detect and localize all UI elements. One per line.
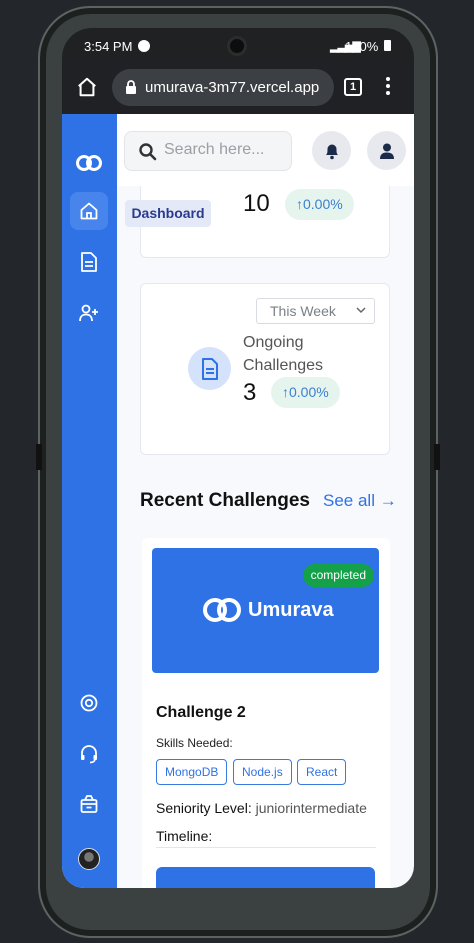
profile-button[interactable] — [367, 131, 406, 170]
sidebar-item-dashboard[interactable] — [70, 192, 108, 230]
chevron-down-icon — [356, 307, 366, 314]
address-bar[interactable]: umurava-3m77.vercel.app — [112, 69, 334, 106]
document-icon — [201, 357, 218, 380]
web-page: 10 ↑0.00% This Week Ongoing Challenges 3… — [62, 114, 414, 888]
search-icon — [139, 143, 157, 161]
front-camera — [227, 36, 247, 56]
challenge-banner: completed Umurava — [152, 548, 379, 673]
skill-tag: React — [297, 759, 347, 785]
skill-tag: MongoDB — [156, 759, 228, 785]
document-icon-circle — [188, 347, 231, 390]
browser-toolbar: umurava-3m77.vercel.app 1 — [62, 60, 414, 114]
sidebar — [62, 114, 117, 888]
period-select[interactable]: This Week — [256, 298, 375, 324]
timeline-label: Timeline: — [156, 828, 213, 844]
sidebar-item-support[interactable] — [70, 735, 108, 773]
stat-label-line2: Challenges — [243, 357, 324, 374]
search-box[interactable] — [124, 131, 292, 171]
tab-count-button[interactable]: 1 — [344, 78, 362, 96]
home-icon — [80, 202, 98, 220]
seniority-value: juniorintermediate — [255, 800, 367, 816]
brand-name: Umurava — [248, 598, 334, 621]
skill-tag: Node.js — [233, 759, 292, 785]
challenge-card[interactable]: completed Umurava Challenge 2 Skills Nee… — [142, 538, 390, 888]
hinge-right — [434, 444, 440, 470]
stat-value: 10 — [243, 190, 270, 217]
hinge-left — [36, 444, 42, 470]
status-bar: 3:54 PM ▂▃▅▇ 100% — [62, 28, 414, 60]
challenge-title: Challenge 2 — [156, 704, 246, 721]
add-user-icon — [79, 304, 98, 322]
sidebar-item-archive[interactable] — [70, 785, 108, 823]
lock-icon — [126, 80, 136, 94]
seniority-level: Seniority Level: juniorintermediate — [156, 800, 367, 816]
battery-percent: 100% — [345, 39, 379, 54]
gift-icon — [80, 795, 98, 813]
user-icon — [379, 143, 394, 159]
sidebar-item-challenges[interactable] — [70, 243, 108, 281]
skills-label: Skills Needed: — [156, 736, 233, 750]
section-title: Recent Challenges — [140, 490, 310, 511]
home-icon[interactable] — [76, 76, 98, 98]
period-select-value: This Week — [270, 303, 336, 319]
bell-icon — [325, 144, 338, 159]
view-challenge-button[interactable] — [156, 867, 375, 888]
gear-icon — [80, 694, 98, 712]
more-menu-icon[interactable] — [380, 76, 396, 98]
spotify-icon — [138, 40, 150, 52]
battery-icon — [384, 40, 391, 51]
avatar[interactable] — [78, 848, 100, 870]
status-time: 3:54 PM — [84, 39, 133, 54]
stat-card-ongoing: This Week Ongoing Challenges 3 ↑0.00% — [140, 283, 390, 455]
app-logo[interactable] — [70, 144, 108, 182]
notifications-button[interactable] — [312, 131, 351, 170]
stat-change-badge: ↑0.00% — [285, 189, 354, 220]
top-bar — [117, 114, 414, 186]
umurava-logo: Umurava — [202, 596, 334, 624]
screen: 3:54 PM ▂▃▅▇ 100% umurava-3m77.vercel.ap… — [62, 28, 414, 888]
sidebar-item-community[interactable] — [70, 294, 108, 332]
stat-change-badge: ↑0.00% — [271, 377, 340, 408]
seniority-label: Seniority Level: — [156, 800, 252, 816]
document-icon — [81, 252, 97, 272]
status-badge: completed — [302, 564, 374, 587]
sidebar-tooltip: Dashboard — [125, 200, 211, 227]
stat-value: 3 — [243, 379, 257, 406]
search-input[interactable] — [164, 141, 284, 159]
headset-icon — [81, 745, 97, 764]
umurava-logo-icon — [203, 598, 241, 622]
see-all-link[interactable]: See all → — [323, 491, 397, 511]
card-divider — [156, 847, 376, 848]
logo-icon — [76, 155, 102, 171]
stat-label-line1: Ongoing — [243, 334, 304, 351]
sidebar-item-settings[interactable] — [70, 684, 108, 722]
url-text: umurava-3m77.vercel.app — [145, 79, 320, 96]
